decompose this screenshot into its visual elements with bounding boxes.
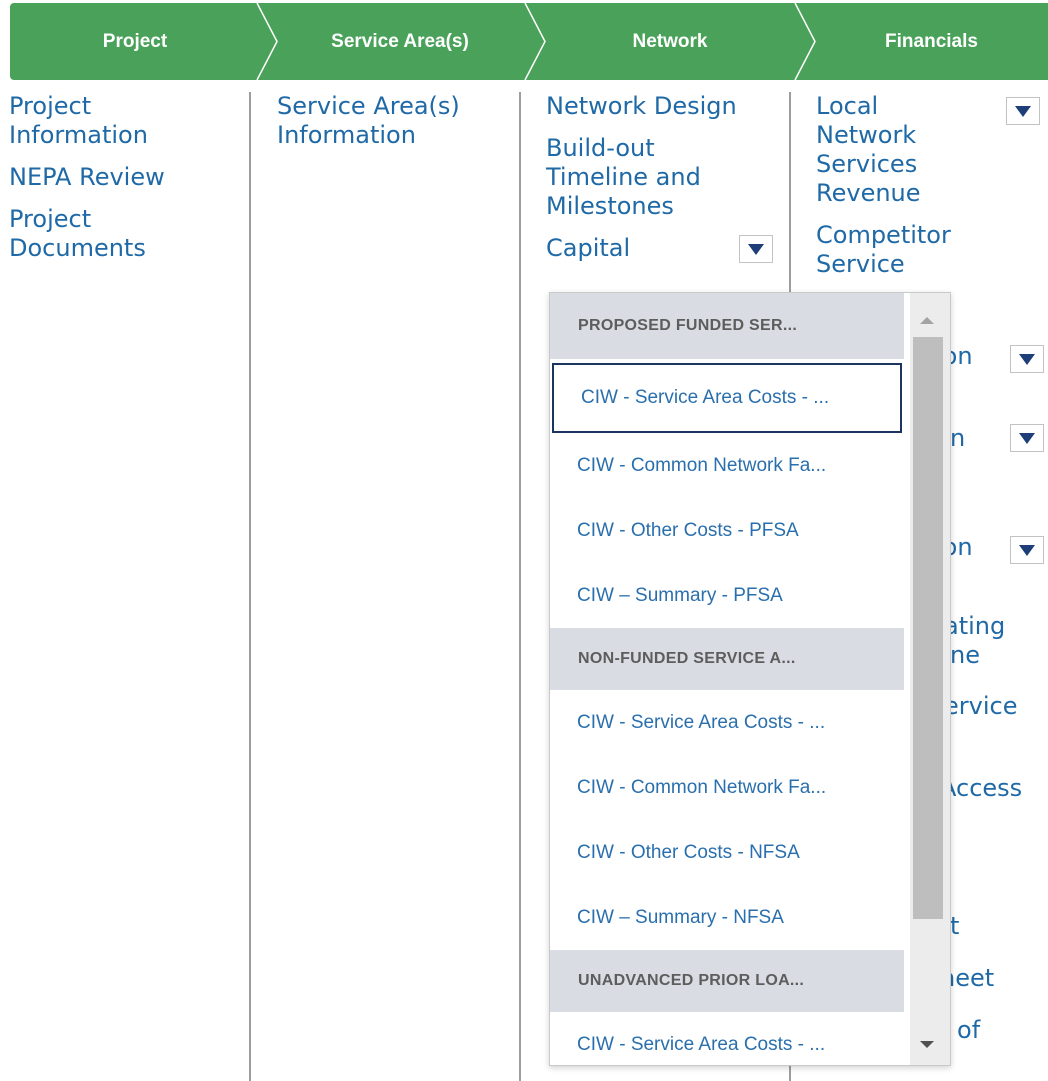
financials-peek-area: ion n ion ating ne ervice Access t heet …: [950, 340, 1048, 1081]
dropdown-scrollbar[interactable]: [910, 293, 950, 1065]
financial-link-fragment[interactable]: ervice: [950, 692, 1017, 721]
scroll-down-icon[interactable]: [920, 1041, 934, 1048]
capital-dropdown-button[interactable]: [739, 235, 773, 263]
financial-link-fragment[interactable]: ating: [950, 612, 1005, 641]
competitor-service-link[interactable]: Competitor Service: [816, 221, 986, 279]
option-ciw-common-network-pfsa[interactable]: CIW - Common Network Fa...: [550, 433, 904, 498]
group-header-label: PROPOSED FUNDED SER...: [578, 317, 798, 334]
option-ciw-other-costs-pfsa[interactable]: CIW - Other Costs - PFSA: [550, 498, 904, 563]
option-label: CIW - Other Costs - NFSA: [577, 841, 800, 863]
step-network[interactable]: Network: [545, 3, 795, 80]
step-financials-label: Financials: [885, 30, 978, 52]
revenue-dropdown-button[interactable]: [1006, 97, 1040, 125]
scrollbar-thumb[interactable]: [913, 337, 943, 919]
caret-down-icon: [748, 243, 764, 255]
caret-down-icon: [1019, 432, 1035, 444]
local-network-services-revenue-link[interactable]: Local Network Services Revenue: [816, 92, 966, 208]
option-ciw-other-costs-nfsa[interactable]: CIW - Other Costs - NFSA: [550, 820, 904, 885]
group-header-proposed-funded: PROPOSED FUNDED SER...: [550, 293, 904, 359]
step-navigation-bar: Project Service Area(s) Network Financia…: [10, 3, 1048, 80]
caret-down-icon: [1019, 353, 1035, 365]
option-label: CIW - Service Area Costs - ...: [577, 711, 826, 733]
scroll-up-icon[interactable]: [920, 317, 934, 324]
column-divider: [519, 92, 521, 1081]
buildout-timeline-link[interactable]: Build-out Timeline and Milestones: [546, 134, 746, 221]
financial-dropdown-button[interactable]: [1010, 536, 1044, 564]
group-header-label: UNADVANCED PRIOR LOA...: [578, 972, 805, 989]
step-financials[interactable]: Financials: [815, 3, 1048, 80]
service-areas-column: Service Area(s) Information: [277, 92, 509, 1081]
group-header-label: NON-FUNDED SERVICE A...: [578, 650, 796, 667]
option-label: CIW - Common Network Fa...: [577, 776, 827, 798]
financial-link-fragment[interactable]: ion: [950, 342, 973, 371]
option-ciw-service-area-costs-nfsa[interactable]: CIW - Service Area Costs - ...: [550, 690, 904, 755]
group-header-unadvanced-prior: UNADVANCED PRIOR LOA...: [550, 950, 904, 1012]
financial-dropdown-button[interactable]: [1010, 345, 1044, 373]
option-label: CIW – Summary - PFSA: [577, 584, 783, 606]
option-label: CIW - Service Area Costs - ...: [577, 1033, 826, 1055]
option-label: CIW – Summary - NFSA: [577, 906, 784, 928]
option-label: CIW - Service Area Costs - ...: [581, 387, 830, 408]
financial-link-fragment[interactable]: ion: [950, 533, 973, 562]
option-ciw-service-area-costs-unadvanced[interactable]: CIW - Service Area Costs - ...: [550, 1012, 904, 1065]
financial-link-fragment[interactable]: t of: [950, 1016, 980, 1045]
group-header-non-funded: NON-FUNDED SERVICE A...: [550, 628, 904, 690]
project-column: Project Information NEPA Review Project …: [9, 92, 239, 1081]
capital-dropdown-menu: PROPOSED FUNDED SER... CIW - Service Are…: [549, 292, 951, 1066]
step-project[interactable]: Project: [10, 3, 260, 80]
option-label: CIW - Common Network Fa...: [577, 454, 827, 476]
project-documents-link[interactable]: Project Documents: [9, 205, 189, 263]
nepa-review-link[interactable]: NEPA Review: [9, 163, 239, 192]
dropdown-list: PROPOSED FUNDED SER... CIW - Service Are…: [550, 293, 904, 1065]
financial-dropdown-button[interactable]: [1010, 424, 1044, 452]
option-ciw-service-area-costs-pfsa[interactable]: CIW - Service Area Costs - ...: [552, 363, 902, 433]
column-divider: [249, 92, 251, 1081]
caret-down-icon: [1015, 105, 1031, 117]
project-information-link[interactable]: Project Information: [9, 92, 189, 150]
caret-down-icon: [1019, 544, 1035, 556]
option-ciw-common-network-nfsa[interactable]: CIW - Common Network Fa...: [550, 755, 904, 820]
option-ciw-summary-pfsa[interactable]: CIW – Summary - PFSA: [550, 563, 904, 628]
financial-link-fragment[interactable]: n: [950, 424, 965, 453]
financial-link-fragment[interactable]: ne: [950, 641, 980, 670]
financial-link-fragment[interactable]: heet: [950, 964, 994, 993]
network-design-link[interactable]: Network Design: [546, 92, 782, 121]
step-network-label: Network: [632, 30, 708, 52]
service-areas-information-link[interactable]: Service Area(s) Information: [277, 92, 497, 150]
financial-link-fragment[interactable]: t: [950, 912, 959, 941]
step-project-label: Project: [102, 30, 168, 52]
financial-link-fragment[interactable]: Access: [950, 774, 1022, 803]
step-service-areas[interactable]: Service Area(s): [275, 3, 525, 80]
option-ciw-summary-nfsa[interactable]: CIW – Summary - NFSA: [550, 885, 904, 950]
step-service-areas-label: Service Area(s): [331, 30, 469, 52]
option-label: CIW - Other Costs - PFSA: [577, 519, 799, 541]
